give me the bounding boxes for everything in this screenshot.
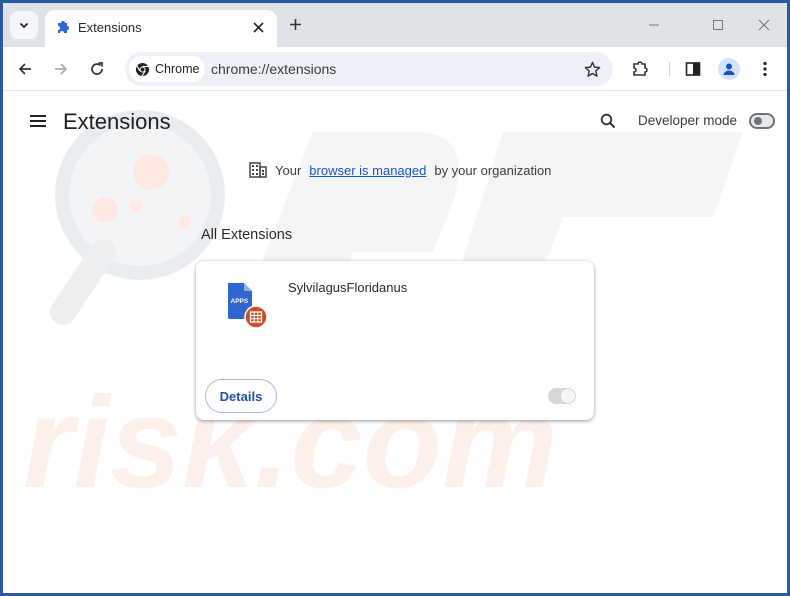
avatar — [718, 58, 740, 80]
building-icon — [249, 162, 267, 178]
menu-icon — [763, 61, 767, 77]
bookmark-button[interactable] — [581, 58, 603, 80]
managed-notice: Your browser is managed by your organiza… — [249, 162, 551, 178]
window-close-button[interactable] — [749, 11, 779, 39]
extension-enable-toggle[interactable] — [548, 388, 576, 404]
extension-name: SylvilagusFloridanus — [288, 280, 408, 295]
browser-managed-link[interactable]: browser is managed — [309, 163, 426, 178]
apps-document-icon: APPS — [228, 283, 268, 329]
tab-close-button[interactable] — [249, 18, 267, 36]
sidebar-menu-button[interactable] — [27, 110, 49, 132]
tab-extensions[interactable]: Extensions — [45, 10, 277, 47]
omnibox[interactable]: Chrome chrome://extensions — [125, 52, 613, 86]
page-title: Extensions — [63, 109, 171, 134]
chrome-menu-button[interactable] — [751, 55, 779, 83]
developer-mode-toggle[interactable] — [749, 113, 775, 129]
minimize-button[interactable] — [639, 11, 669, 39]
toggle-knob — [754, 117, 762, 125]
minimize-icon — [649, 24, 659, 26]
new-tab-button[interactable] — [284, 13, 306, 35]
forward-button[interactable] — [47, 55, 75, 83]
search-extensions-button[interactable] — [597, 110, 619, 132]
extensions-page: risk.com Extensions Developer mode Your … — [3, 92, 787, 593]
profile-button[interactable] — [715, 55, 743, 83]
tab-strip: Extensions — [3, 3, 787, 47]
puzzle-icon — [58, 21, 69, 33]
chevron-down-icon — [19, 22, 29, 29]
toolbar: Chrome chrome://extensions — [3, 47, 787, 91]
managed-suffix: by your organization — [434, 162, 552, 178]
plus-icon — [289, 18, 301, 30]
section-title: All Extensions — [201, 227, 293, 243]
toggle-knob — [561, 389, 575, 403]
site-info-chip[interactable]: Chrome — [129, 56, 205, 82]
extension-card: APPS SylvilagusFloridanus Details — [196, 261, 594, 420]
side-panel-icon — [685, 62, 701, 76]
search-icon — [600, 113, 616, 129]
close-icon — [252, 21, 264, 33]
url-text[interactable]: chrome://extensions — [211, 61, 336, 77]
svg-text:APPS: APPS — [231, 298, 249, 305]
chip-label: Chrome — [155, 62, 200, 76]
forward-icon — [55, 63, 68, 75]
toolbar-separator — [669, 62, 670, 76]
developer-mode-label: Developer mode — [638, 113, 738, 128]
extensions-button[interactable] — [626, 55, 654, 83]
tab-title: Extensions — [78, 20, 142, 35]
hamburger-icon — [30, 115, 46, 127]
details-button[interactable]: Details — [205, 379, 277, 413]
back-icon — [18, 63, 31, 75]
managed-prefix: Your — [275, 162, 302, 178]
profile-icon — [723, 63, 735, 75]
browser-window: Extensions Chrome chrome://extensions ri… — [3, 3, 787, 593]
chrome-logo-icon — [135, 62, 150, 76]
side-panel-button[interactable] — [679, 55, 707, 83]
back-button[interactable] — [11, 55, 39, 83]
reload-button[interactable] — [83, 55, 111, 83]
maximize-button[interactable] — [703, 11, 733, 39]
bookmark-star-icon — [584, 61, 600, 77]
close-icon — [758, 19, 770, 31]
reload-icon — [91, 62, 103, 75]
extensions-icon — [633, 61, 648, 76]
tab-search-button[interactable] — [10, 11, 38, 39]
maximize-icon — [713, 20, 723, 30]
